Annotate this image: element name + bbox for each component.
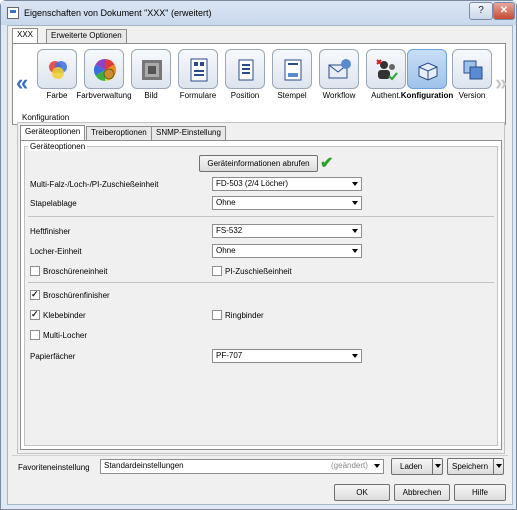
load-button[interactable]: Laden (391, 458, 443, 475)
forms-icon (190, 58, 208, 82)
position-document-icon (238, 59, 254, 81)
help-title-button[interactable]: ? (469, 2, 493, 20)
favorites-value: Standardeinstellungen (104, 461, 184, 470)
tab-xxx[interactable]: XXX (12, 28, 39, 44)
chevron-down-icon (352, 201, 358, 205)
dialog-window: Eigenschaften von Dokument "XXX" (erweit… (0, 0, 517, 510)
divider (12, 455, 508, 456)
favorites-label: Favoriteneinstellung (18, 463, 90, 472)
checkbox-label: Broschüreneinheit (43, 267, 108, 276)
select-papierfaecher[interactable]: PF-707 (212, 349, 362, 363)
select-value: Ohne (216, 198, 236, 207)
checkbox-label: Ringbinder (225, 311, 264, 320)
icon-toolbar: « Farbe Farbverwaltung Bild Formulare Po… (12, 43, 507, 125)
select-locher-einheit[interactable]: Ohne (212, 244, 362, 258)
checkbox-klebebinder[interactable] (30, 309, 40, 320)
toolbar-item-bild[interactable]: Bild (129, 49, 173, 111)
select-value: FD-503 (2/4 Löcher) (216, 179, 289, 188)
checkbox-label: PI-Zuschießeinheit (225, 267, 292, 276)
ok-button[interactable]: OK (334, 484, 390, 501)
field-label-multi-falz: Multi-Falz-/Loch-/PI-Zuschießeinheit (30, 180, 159, 189)
help-button[interactable]: Hilfe (454, 484, 506, 501)
load-dropdown-icon[interactable] (432, 459, 442, 474)
toolbar-item-position[interactable]: Position (223, 49, 267, 111)
checkbox-label: Klebebinder (43, 311, 86, 320)
select-value: Ohne (216, 246, 236, 255)
save-dropdown-icon[interactable] (493, 459, 503, 474)
toolbar-item-authent[interactable]: Authent. (364, 49, 408, 111)
toolbar-item-stempel[interactable]: Stempel (270, 49, 314, 111)
field-label-papierfaecher: Papierfächer (30, 352, 76, 361)
divider (28, 216, 494, 217)
checkbox-broschuereneinheit[interactable] (30, 266, 40, 276)
select-value: PF-707 (216, 351, 243, 360)
title-bar: Eigenschaften von Dokument "XXX" (erweit… (1, 1, 516, 25)
checkbox-broschuerenfinisher[interactable] (30, 289, 40, 300)
divider (28, 282, 494, 283)
subtab-treiberoptionen[interactable]: Treiberoptionen (86, 126, 152, 140)
app-icon (7, 7, 19, 19)
checkbox-multi-locher[interactable] (30, 330, 40, 340)
favorites-status: (geändert) (331, 461, 368, 470)
version-icon (463, 60, 483, 80)
chevron-down-icon (352, 229, 358, 233)
color-wheel-gear-icon (94, 59, 116, 81)
field-label-heftfinisher: Heftfinisher (30, 227, 71, 236)
toolbar-item-workflow[interactable]: Workflow (317, 49, 361, 111)
success-check-icon: ✔ (320, 155, 334, 172)
tab-erweiterte-optionen[interactable]: Erweiterte Optionen (46, 29, 127, 43)
stamp-document-icon (284, 59, 302, 81)
checkbox-pi-zuschiesseinheit[interactable] (212, 266, 222, 276)
cancel-button[interactable]: Abbrechen (394, 484, 450, 501)
load-label: Laden (400, 462, 423, 471)
checkbox-ringbinder[interactable] (212, 310, 222, 320)
window-title: Eigenschaften von Dokument "XXX" (erweit… (24, 8, 212, 18)
color-circles-icon (49, 61, 67, 79)
checkbox-label: Broschürenfinisher (43, 291, 110, 300)
toolbar-item-konfiguration[interactable]: Konfiguration (401, 49, 453, 111)
workflow-envelope-icon (328, 59, 351, 79)
field-label-stapelablage: Stapelablage (30, 199, 77, 208)
select-value: FS-532 (216, 226, 243, 235)
chevron-down-icon (352, 249, 358, 253)
checkbox-label: Multi-Locher (43, 331, 88, 340)
toolbar-item-formulare[interactable]: Formulare (176, 49, 220, 111)
image-icon (142, 60, 162, 80)
scroll-left-icon[interactable]: « (16, 70, 28, 96)
section-label: Konfiguration (22, 113, 70, 122)
save-button[interactable]: Speichern (447, 458, 504, 475)
close-button[interactable]: ✕ (493, 2, 515, 20)
group-title: Geräteoptionen (28, 142, 88, 151)
favorites-select[interactable]: Standardeinstellungen (geändert) (100, 459, 384, 474)
chevron-down-icon (374, 464, 380, 468)
fetch-device-info-button[interactable]: Geräteinformationen abrufen (199, 155, 318, 172)
toolbar-label: Version (458, 91, 486, 100)
authentication-users-icon (376, 59, 398, 81)
save-label: Speichern (452, 462, 489, 471)
configuration-device-icon (418, 62, 438, 81)
select-multi-falz[interactable]: FD-503 (2/4 Löcher) (212, 177, 362, 191)
scroll-right-icon[interactable]: » (495, 70, 507, 96)
toolbar-item-farbe[interactable]: Farbe (35, 49, 79, 111)
subtab-geraeteoptionen[interactable]: Geräteoptionen (20, 125, 86, 141)
select-stapelablage[interactable]: Ohne (212, 196, 362, 210)
dialog-client: XXX Erweiterte Optionen « Farbe Farbverw… (7, 25, 513, 505)
chevron-down-icon (352, 182, 358, 186)
select-heftfinisher[interactable]: FS-532 (212, 224, 362, 238)
field-label-locher-einheit: Locher-Einheit (30, 247, 82, 256)
toolbar-item-farbverwaltung[interactable]: Farbverwaltung (76, 49, 132, 111)
chevron-down-icon (352, 354, 358, 358)
toolbar-item-version[interactable]: Version (450, 49, 494, 111)
subtab-snmp-einstellung[interactable]: SNMP-Einstellung (151, 126, 226, 140)
